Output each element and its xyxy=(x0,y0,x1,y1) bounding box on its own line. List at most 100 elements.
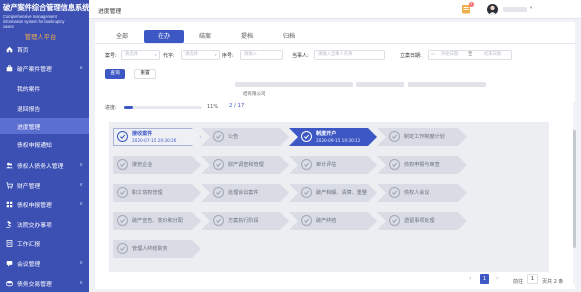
check-icon xyxy=(301,131,312,142)
case-info xyxy=(235,82,486,87)
flow-step[interactable]: 债权申报与审查 xyxy=(377,156,467,174)
check-icon xyxy=(213,215,224,226)
app-title: 破产案件综合管理信息系统 xyxy=(3,3,90,12)
sidebar-item-claim-notice[interactable]: 债权申报通知 xyxy=(0,136,89,152)
tab-all[interactable]: 全部 xyxy=(111,30,133,43)
flow-step[interactable]: 方案执行阶段 xyxy=(201,212,289,230)
sidebar-item-debt-trading[interactable]: 债务交易管理 ∨ xyxy=(0,275,89,291)
flow-step[interactable]: 遗留事项处理 xyxy=(377,212,467,230)
start-date[interactable]: 开始日期 xyxy=(441,51,458,59)
avatar[interactable] xyxy=(487,4,498,15)
page-title: 进度管理 xyxy=(98,9,122,15)
sidebar-item-property[interactable]: 财产管理 ∨ xyxy=(0,177,89,193)
sidebar-item-work-report[interactable]: 工作汇报 xyxy=(0,235,89,251)
tab-archived[interactable]: 归档 xyxy=(278,30,300,43)
sidebar-item-returned-reports[interactable]: 退回报告 xyxy=(0,100,89,116)
top-bar: 进度管理 4 ▾ xyxy=(89,0,581,19)
flow-step[interactable]: 审计评估 xyxy=(289,156,377,174)
prev-page-button[interactable]: ‹ xyxy=(469,275,471,282)
check-icon xyxy=(301,159,312,170)
progress-bar xyxy=(124,106,202,109)
case-company: 结有限公司 xyxy=(243,92,266,97)
flow-step-label: 接管企业 xyxy=(132,162,153,168)
case-no-placeholder: 请选择 xyxy=(125,52,138,57)
gavel-icon xyxy=(6,220,13,228)
flow-step-label: 破产和解、清算、重整 xyxy=(316,190,367,196)
flow-step[interactable]: 制定工作制度计划 xyxy=(377,128,467,146)
sidebar-item-my-cases[interactable]: 我的案件 xyxy=(0,80,89,96)
flow-step[interactable]: 处理诉讼案件 xyxy=(201,184,289,202)
sidebar-item-label: 债权申报通知 xyxy=(17,142,52,149)
sidebar-item-label: 破产案件管理 xyxy=(17,66,52,73)
sidebar-item-label: 工作汇报 xyxy=(17,241,41,248)
check-icon xyxy=(213,159,224,170)
tabs-divider xyxy=(95,43,575,44)
flow-step[interactable]: 债权人会议 xyxy=(377,184,467,202)
redacted-text xyxy=(235,82,353,87)
flow-step[interactable]: 破产和解、清算、重整 xyxy=(289,184,377,202)
flow-step[interactable]: 公告 xyxy=(201,128,289,146)
tab-closed[interactable]: 结案 xyxy=(194,30,216,43)
sidebar-item-home[interactable]: 首页 xyxy=(0,41,89,57)
flow-step[interactable]: 破产宣告、变价和分配 xyxy=(113,212,201,230)
word-placeholder: 请选择 xyxy=(185,52,198,57)
word-select[interactable]: 请选择 ∨ xyxy=(181,50,220,60)
flow-step-label: 公告 xyxy=(228,134,239,140)
user-name[interactable] xyxy=(503,7,527,12)
party-input[interactable]: 请输入当事人名称 xyxy=(314,50,385,60)
notification-badge: 4 xyxy=(469,2,474,7)
tab-retrieved[interactable]: 提档 xyxy=(236,30,258,43)
check-icon xyxy=(389,187,400,198)
flow-step-label: 遗留事项处理 xyxy=(404,218,435,224)
sidebar-item-label: 财产管理 xyxy=(17,183,41,190)
sidebar-item-label: 债权人债务人管理 xyxy=(17,163,64,170)
progress-percent: 11% xyxy=(207,104,219,110)
flow-step[interactable]: 破产终结 xyxy=(289,212,377,230)
sidebar-item-creditors[interactable]: 债权人债务人管理 ∨ xyxy=(0,157,89,173)
flow-step[interactable]: 接管企业 xyxy=(113,156,201,174)
sidebar-item-meetings[interactable]: 会议管理 ∨ xyxy=(0,255,89,271)
end-date[interactable]: 结束日期 xyxy=(484,51,501,59)
flow-step-label: 接收案件 xyxy=(132,131,153,137)
sidebar-item-progress[interactable]: 进度管理 xyxy=(0,118,89,134)
case-no-select[interactable]: 请选择 ∨ xyxy=(121,50,160,60)
word-label: 代字: xyxy=(163,53,175,59)
goto-page-input[interactable]: 1 xyxy=(527,274,538,284)
next-page-button[interactable]: › xyxy=(496,275,498,282)
flow-step[interactable]: 职工债权管理 xyxy=(113,184,201,202)
goto-label: 前往 xyxy=(513,279,524,285)
flow-step-label: 财产调查和管理 xyxy=(228,162,264,168)
seq-label: 序号: xyxy=(222,53,234,59)
total-count: 页共 2 条 xyxy=(542,279,564,285)
chevron-down-icon[interactable]: ▾ xyxy=(530,6,532,11)
flow-step[interactable]: 管理人终结职务 xyxy=(113,240,201,258)
seq-input[interactable]: 请输入 xyxy=(240,50,283,60)
search-button[interactable]: 查询 xyxy=(105,69,125,79)
flow-step[interactable]: 接收案件 2020-07-15 20:30:26 xyxy=(113,128,201,146)
redacted-text xyxy=(356,82,405,87)
sidebar-item-case-management[interactable]: 破产案件管理 ∧ xyxy=(0,60,89,76)
flow-step-label: 管理人终结职务 xyxy=(132,246,168,252)
page-number-current[interactable]: 1 xyxy=(480,274,489,284)
date-range-picker[interactable]: ▭ 开始日期 至 结束日期 xyxy=(428,50,512,60)
sidebar-item-claims[interactable]: 债权申报管理 ∨ xyxy=(0,196,89,212)
sidebar: 破产案件综合管理信息系统 Comprehensive management in… xyxy=(0,0,89,292)
chevron-down-icon: ∨ xyxy=(79,182,83,188)
sidebar-item-court-tasks[interactable]: 法院交办事项 xyxy=(0,216,89,232)
sidebar-item-label: 我的案件 xyxy=(17,86,41,93)
flow-step[interactable]: 财产调查和管理 xyxy=(201,156,289,174)
flow-step-label: 破产终结 xyxy=(316,218,337,224)
flow-step-label: 审计评估 xyxy=(316,162,337,168)
chevron-down-icon: ∨ xyxy=(79,260,83,266)
vertical-scrollbar[interactable] xyxy=(573,102,576,284)
calendar-icon: ▭ xyxy=(431,52,436,57)
date-separator: 至 xyxy=(468,52,473,57)
check-icon xyxy=(117,131,128,142)
tab-in-progress[interactable]: 在办 xyxy=(144,30,184,43)
reset-button[interactable]: 重置 xyxy=(134,69,156,79)
sidebar-item-label: 债权申报管理 xyxy=(17,202,52,209)
scrollbar-thumb[interactable] xyxy=(573,130,576,248)
check-icon xyxy=(389,215,400,226)
date-label: 立案日期: xyxy=(400,53,422,59)
flow-step[interactable]: 制度开户 2020-09-15 10:30:11 xyxy=(289,128,377,146)
